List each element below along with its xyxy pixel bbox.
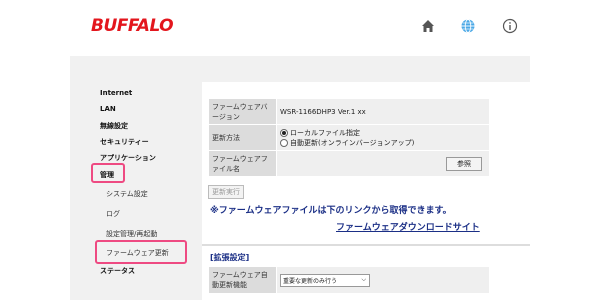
admin-highlight-box	[91, 163, 125, 183]
radio-local-file[interactable]: ローカルファイル指定	[280, 128, 486, 138]
radio-auto-update-label: 自動更新(オンラインバージョンアップ)	[290, 138, 415, 147]
extended-settings-heading: [拡張設定]	[210, 253, 250, 262]
sidebar-nav: Internet LAN 無線設定 セキュリティー アプリケーション 管理 シス…	[70, 56, 202, 300]
auto-update-cell: 重要な更新のみ行う ⌵	[277, 267, 489, 293]
sidebar-item-lan[interactable]: LAN	[100, 105, 116, 113]
sidebar-subitem-system-settings[interactable]: システム設定	[106, 189, 148, 199]
firmware-version-value: WSR-1166DHP3 Ver.1 xx	[277, 99, 489, 124]
auto-update-label: ファームウェア自動更新機能	[209, 267, 276, 293]
firmware-file-label: ファームウェアファイル名	[209, 151, 276, 176]
firmware-version-label: ファームウェアバージョン	[209, 99, 276, 124]
router-admin-window: BUFFALO Internet LAN 無線設定 セキュリティー アプリケーシ…	[70, 0, 530, 300]
globe-icon[interactable]	[460, 18, 476, 34]
chevron-down-icon: ⌵	[361, 275, 366, 283]
firmware-file-cell: 参照	[277, 151, 489, 176]
sidebar-item-applications[interactable]: アプリケーション	[100, 153, 156, 163]
firmware-file-input[interactable]	[280, 157, 420, 167]
auto-update-select[interactable]: 重要な更新のみ行う ⌵	[280, 273, 370, 287]
extended-settings-table: ファームウェア自動更新機能 重要な更新のみ行う ⌵	[208, 266, 490, 294]
sidebar-item-wireless[interactable]: 無線設定	[100, 121, 128, 131]
sidebar-subitem-config-restart[interactable]: 設定管理/再起動	[106, 229, 157, 239]
main-content: ファームウェアバージョン WSR-1166DHP3 Ver.1 xx 更新方法 …	[202, 82, 530, 300]
sidebar-item-internet[interactable]: Internet	[100, 89, 132, 97]
firmware-settings-table: ファームウェアバージョン WSR-1166DHP3 Ver.1 xx 更新方法 …	[208, 98, 490, 177]
header-bar: BUFFALO	[70, 0, 530, 56]
auto-update-selected-value: 重要な更新のみ行う	[283, 277, 338, 285]
home-icon[interactable]	[420, 18, 436, 34]
info-icon[interactable]	[502, 18, 518, 34]
section-divider	[202, 244, 530, 246]
radio-local-file-label: ローカルファイル指定	[290, 128, 360, 137]
brand-logo: BUFFALO	[91, 16, 174, 36]
firmware-update-highlight-box	[95, 240, 187, 264]
browse-button[interactable]: 参照	[446, 156, 482, 171]
sidebar-item-status[interactable]: ステータス	[100, 266, 135, 276]
radio-auto-update[interactable]: 自動更新(オンラインバージョンアップ)	[280, 138, 486, 148]
radio-on-icon[interactable]	[280, 128, 288, 137]
update-method-label: 更新方法	[209, 125, 276, 150]
sidebar-subitem-log[interactable]: ログ	[106, 209, 120, 219]
radio-off-icon[interactable]	[280, 138, 288, 147]
firmware-download-link[interactable]: ファームウェアダウンロードサイト	[336, 220, 480, 233]
download-notice: ※ファームウェアファイルは下のリンクから取得できます。	[210, 206, 452, 216]
execute-update-button[interactable]: 更新実行	[208, 185, 244, 199]
sidebar-item-security[interactable]: セキュリティー	[100, 137, 149, 147]
update-method-options: ローカルファイル指定 自動更新(オンラインバージョンアップ)	[277, 125, 489, 150]
